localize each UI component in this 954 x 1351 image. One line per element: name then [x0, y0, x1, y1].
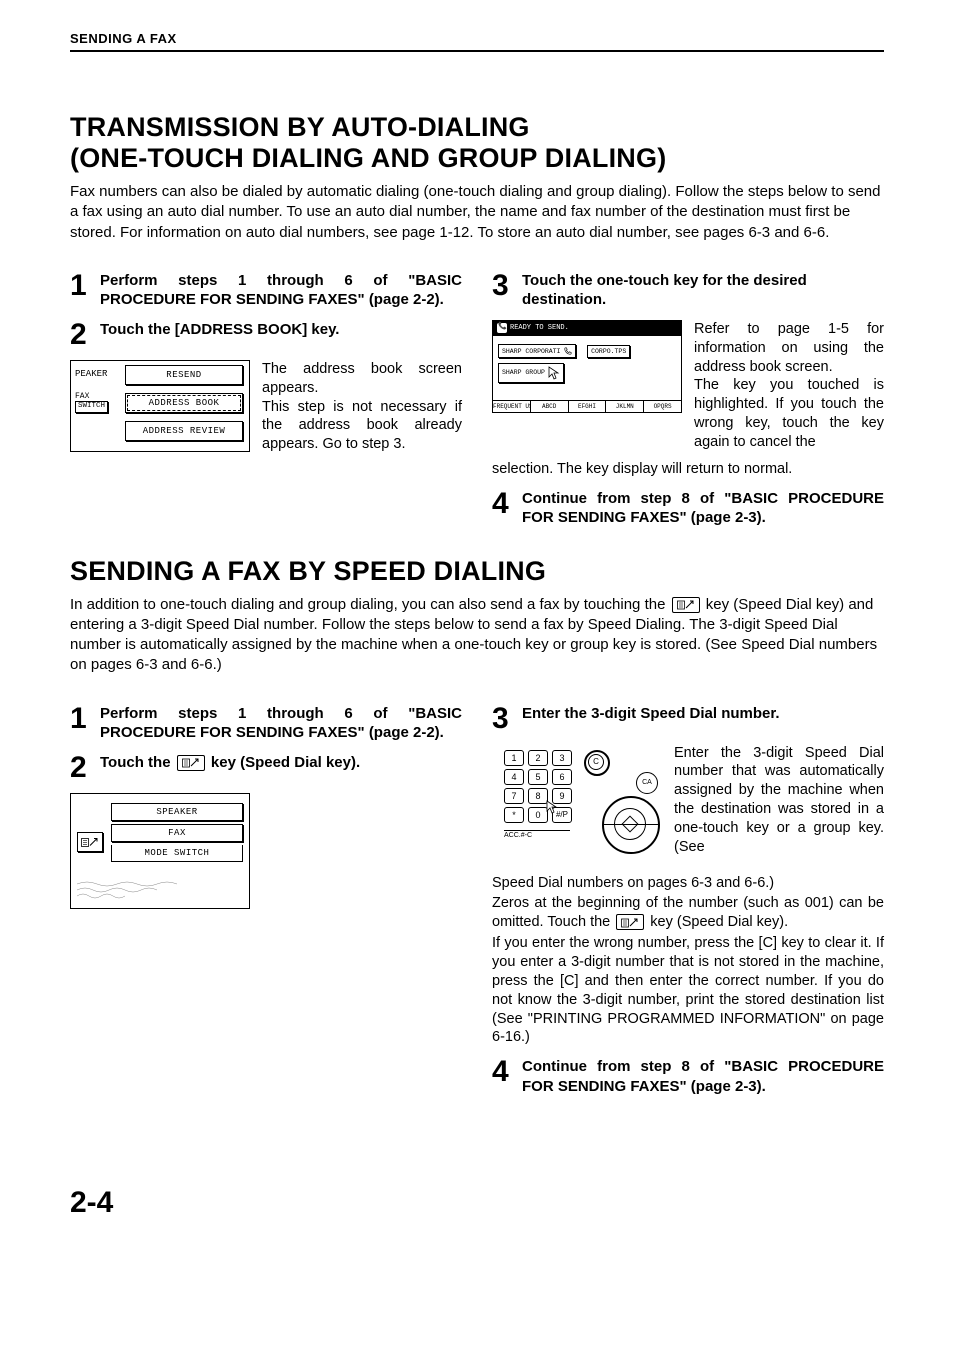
keypad-8: 8 [528, 788, 548, 804]
phone-mini-icon [564, 347, 572, 355]
sec2-step3-desc-p2: Speed Dial numbers on pages 6-3 and 6-6.… [492, 874, 884, 893]
step4-heading: Continue from step 8 of "BASIC PROCEDURE… [522, 489, 884, 528]
speed-dial-key [77, 832, 103, 852]
step-number: 4 [492, 489, 514, 519]
address-review-button: ADDRESS REVIEW [125, 421, 243, 441]
mode-switch-button: MODE SWITCH [111, 845, 243, 862]
header-section-label: SENDING A FAX [70, 31, 177, 46]
page-number: 2-4 [70, 1186, 884, 1220]
keypad-star: * [504, 807, 524, 823]
step3-description-right: Refer to page 1-5 for information on usi… [694, 320, 884, 452]
keypad-1: 1 [504, 750, 524, 766]
keypad-5: 5 [528, 769, 548, 785]
fax-button: FAX [111, 824, 243, 842]
tab-abcd: ABCD [531, 401, 569, 412]
step-number: 3 [492, 271, 514, 301]
tab-frequent-use: FREQUENT USE [493, 401, 531, 412]
figure-touch-panel: READY TO SEND. SHARP CORPORATI CORPO.TPS [492, 320, 682, 413]
fig2-ready-label: READY TO SEND. [510, 324, 569, 332]
keypad-4: 4 [504, 769, 524, 785]
resend-button: RESEND [125, 365, 243, 385]
keypad-3: 3 [552, 750, 572, 766]
clear-button: C [588, 754, 604, 770]
keypad-0: 0 [528, 807, 548, 823]
speed-dial-icon [616, 914, 644, 930]
step3-heading: Touch the one-touch key for the desired … [522, 271, 884, 310]
section1-intro: Fax numbers can also be dialed by automa… [70, 182, 884, 243]
page-header: SENDING A FAX [70, 30, 884, 52]
decorative-scribble [77, 880, 177, 902]
step-number: 1 [70, 271, 92, 301]
section1-title-line1: TRANSMISSION BY AUTO-DIALING [70, 112, 530, 142]
one-touch-key-corpo-tps: CORPO.TPS [587, 345, 630, 358]
speed-dial-icon [177, 755, 205, 771]
step1-heading: Perform steps 1 through 6 of "BASIC PROC… [100, 271, 462, 310]
step-number: 2 [70, 753, 92, 783]
keypad-6: 6 [552, 769, 572, 785]
section1-title-line2: (ONE-TOUCH DIALING AND GROUP DIALING) [70, 143, 666, 173]
section2-intro: In addition to one-touch dialing and gro… [70, 595, 884, 676]
one-touch-key-sharp-corp: SHARP CORPORATI [498, 344, 576, 358]
fig2-tabs: FREQUENT USE ABCD EFGHI JKLMN OPQRS [493, 400, 681, 412]
keypad-acc-label: ACC.#-C [504, 830, 570, 839]
step-number: 1 [70, 704, 92, 734]
sec2-step3-desc-p3: Zeros at the beginning of the number (su… [492, 894, 884, 932]
address-book-button: ADDRESS BOOK [125, 393, 243, 413]
figure-keypad: 1 2 3 4 5 6 7 8 [492, 744, 662, 866]
step-number: 3 [492, 704, 514, 734]
sec2-step2-heading: Touch the key (Speed Dial key). [100, 753, 360, 773]
step3-description-continued: selection. The key display will return t… [492, 460, 884, 479]
phone-icon [497, 323, 507, 333]
speed-dial-icon [672, 597, 700, 613]
sec2-step1-heading: Perform steps 1 through 6 of "BASIC PROC… [100, 704, 462, 743]
sec2-step4-heading: Continue from step 8 of "BASIC PROCEDURE… [522, 1057, 884, 1096]
keypad-2: 2 [528, 750, 548, 766]
tab-jklmn: JKLMN [606, 401, 644, 412]
sec2-step3-desc-right: Enter the 3-digit Speed Dial number that… [674, 744, 884, 866]
step2-description: The address book screen appears. This st… [262, 360, 462, 454]
one-touch-key-sharp-group: SHARP GROUP [498, 363, 564, 383]
tab-opqrs: OPQRS [644, 401, 681, 412]
sec2-step3-desc-p4: If you enter the wrong number, press the… [492, 934, 884, 1047]
section1-title: TRANSMISSION BY AUTO-DIALING (ONE-TOUCH … [70, 112, 884, 174]
section2-title: SENDING A FAX BY SPEED DIALING [70, 556, 884, 587]
step-number: 4 [492, 1057, 514, 1087]
start-button [614, 808, 646, 840]
figure-address-book-panel: PEAKER RESEND FAX SWITCH ADDRESS BOOK [70, 360, 250, 452]
cursor-icon [546, 800, 558, 814]
fig1-label-peaker: PEAKER [75, 370, 123, 379]
figure-mode-switch-panel: SPEAKER FAX MODE SWITCH [70, 793, 250, 909]
step-number: 2 [70, 320, 92, 350]
keypad-7: 7 [504, 788, 524, 804]
clear-all-button: CA [636, 772, 658, 794]
cursor-icon [548, 366, 560, 380]
step2-heading: Touch the [ADDRESS BOOK] key. [100, 320, 339, 340]
sec2-step3-heading: Enter the 3-digit Speed Dial number. [522, 704, 780, 724]
speaker-button: SPEAKER [111, 803, 243, 821]
diamond-icon [622, 815, 639, 832]
tab-efghi: EFGHI [569, 401, 607, 412]
fig1-fax-switch: FAX SWITCH [75, 393, 123, 413]
